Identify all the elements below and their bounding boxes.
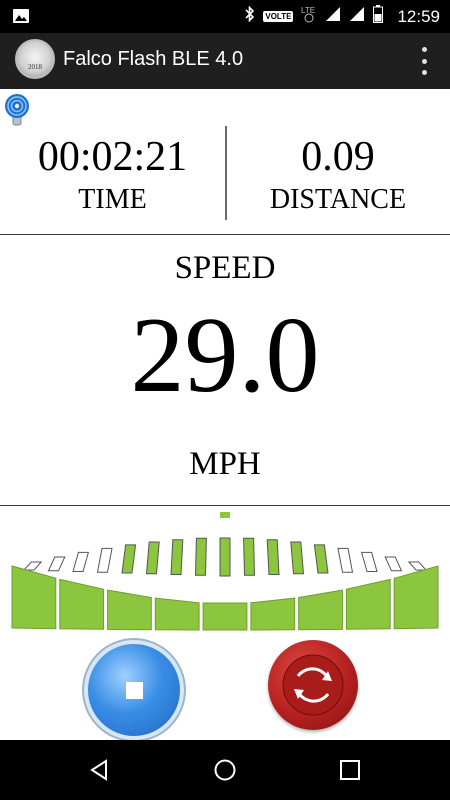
gauge-segment xyxy=(72,551,90,572)
app-bar: 2018 Falco Flash BLE 4.0 xyxy=(0,33,450,89)
bluetooth-icon xyxy=(245,5,255,27)
speed-label: SPEED xyxy=(174,250,276,286)
image-icon xyxy=(12,8,30,29)
gauge-segment xyxy=(47,556,66,572)
speed-unit: MPH xyxy=(189,446,261,482)
lte-icon: LTE xyxy=(301,5,317,28)
stop-icon xyxy=(126,682,143,699)
distance-stat: 0.09 DISTANCE xyxy=(226,136,450,214)
stop-button[interactable] xyxy=(88,644,180,736)
signal-icon xyxy=(325,6,341,27)
app-title: Falco Flash BLE 4.0 xyxy=(63,48,244,70)
time-value: 00:02:21 xyxy=(37,134,188,180)
distance-value: 0.09 xyxy=(301,134,375,180)
gauge-segment xyxy=(22,561,43,571)
reset-icon xyxy=(282,654,344,716)
gauge-segment xyxy=(121,544,137,574)
gauge-band-segment xyxy=(298,589,343,631)
gauge-segment xyxy=(384,556,403,572)
gauge-segment xyxy=(145,541,160,575)
overflow-menu-icon[interactable] xyxy=(420,47,428,75)
gauge-segment xyxy=(266,539,280,575)
reset-button[interactable] xyxy=(268,640,358,730)
gauge-band-segment xyxy=(250,597,296,631)
gauge-segment xyxy=(290,541,305,575)
gauge-band-segment xyxy=(345,578,391,630)
status-bar: VOLTE LTE 12:59 xyxy=(0,0,450,33)
time-stat: 00:02:21 TIME xyxy=(0,136,225,214)
gauge-segment xyxy=(170,539,184,575)
gauge-segment xyxy=(313,544,329,574)
battery-icon xyxy=(373,5,384,28)
signal-icon xyxy=(349,6,365,27)
status-icons: VOLTE LTE 12:59 xyxy=(245,0,440,33)
time-label: TIME xyxy=(78,184,147,215)
gauge-band-segment xyxy=(154,597,200,631)
gauge-band-segment xyxy=(393,565,439,630)
section-divider xyxy=(0,234,450,235)
gauge-band-segment xyxy=(11,565,57,630)
distance-label: DISTANCE xyxy=(269,184,407,215)
gauge-band-segment xyxy=(59,578,105,630)
gauge-segment xyxy=(243,537,256,576)
speed-gauge xyxy=(11,512,439,631)
home-icon[interactable] xyxy=(213,758,237,782)
gauge-segment xyxy=(96,547,113,573)
gauge-band-segment xyxy=(202,602,248,631)
gauge-band-segment xyxy=(107,589,152,631)
speed-value: 29.0 xyxy=(130,296,320,415)
gauge-segment xyxy=(337,547,354,573)
gauge-center-marker xyxy=(220,512,230,518)
app-logo-year: 2018 xyxy=(28,63,42,71)
gauge-segment xyxy=(194,537,207,576)
status-clock: 12:59 xyxy=(397,6,440,26)
back-icon[interactable] xyxy=(88,758,112,782)
connection-icon xyxy=(2,91,32,127)
gauge-segment xyxy=(360,551,378,572)
section-divider xyxy=(0,505,450,506)
app-logo: 2018 xyxy=(15,39,55,79)
gauge-segment xyxy=(407,561,428,571)
navigation-bar xyxy=(0,740,450,800)
volte-badge: VOLTE xyxy=(263,11,294,22)
recents-icon[interactable] xyxy=(338,758,362,782)
gauge-segment xyxy=(219,537,231,577)
